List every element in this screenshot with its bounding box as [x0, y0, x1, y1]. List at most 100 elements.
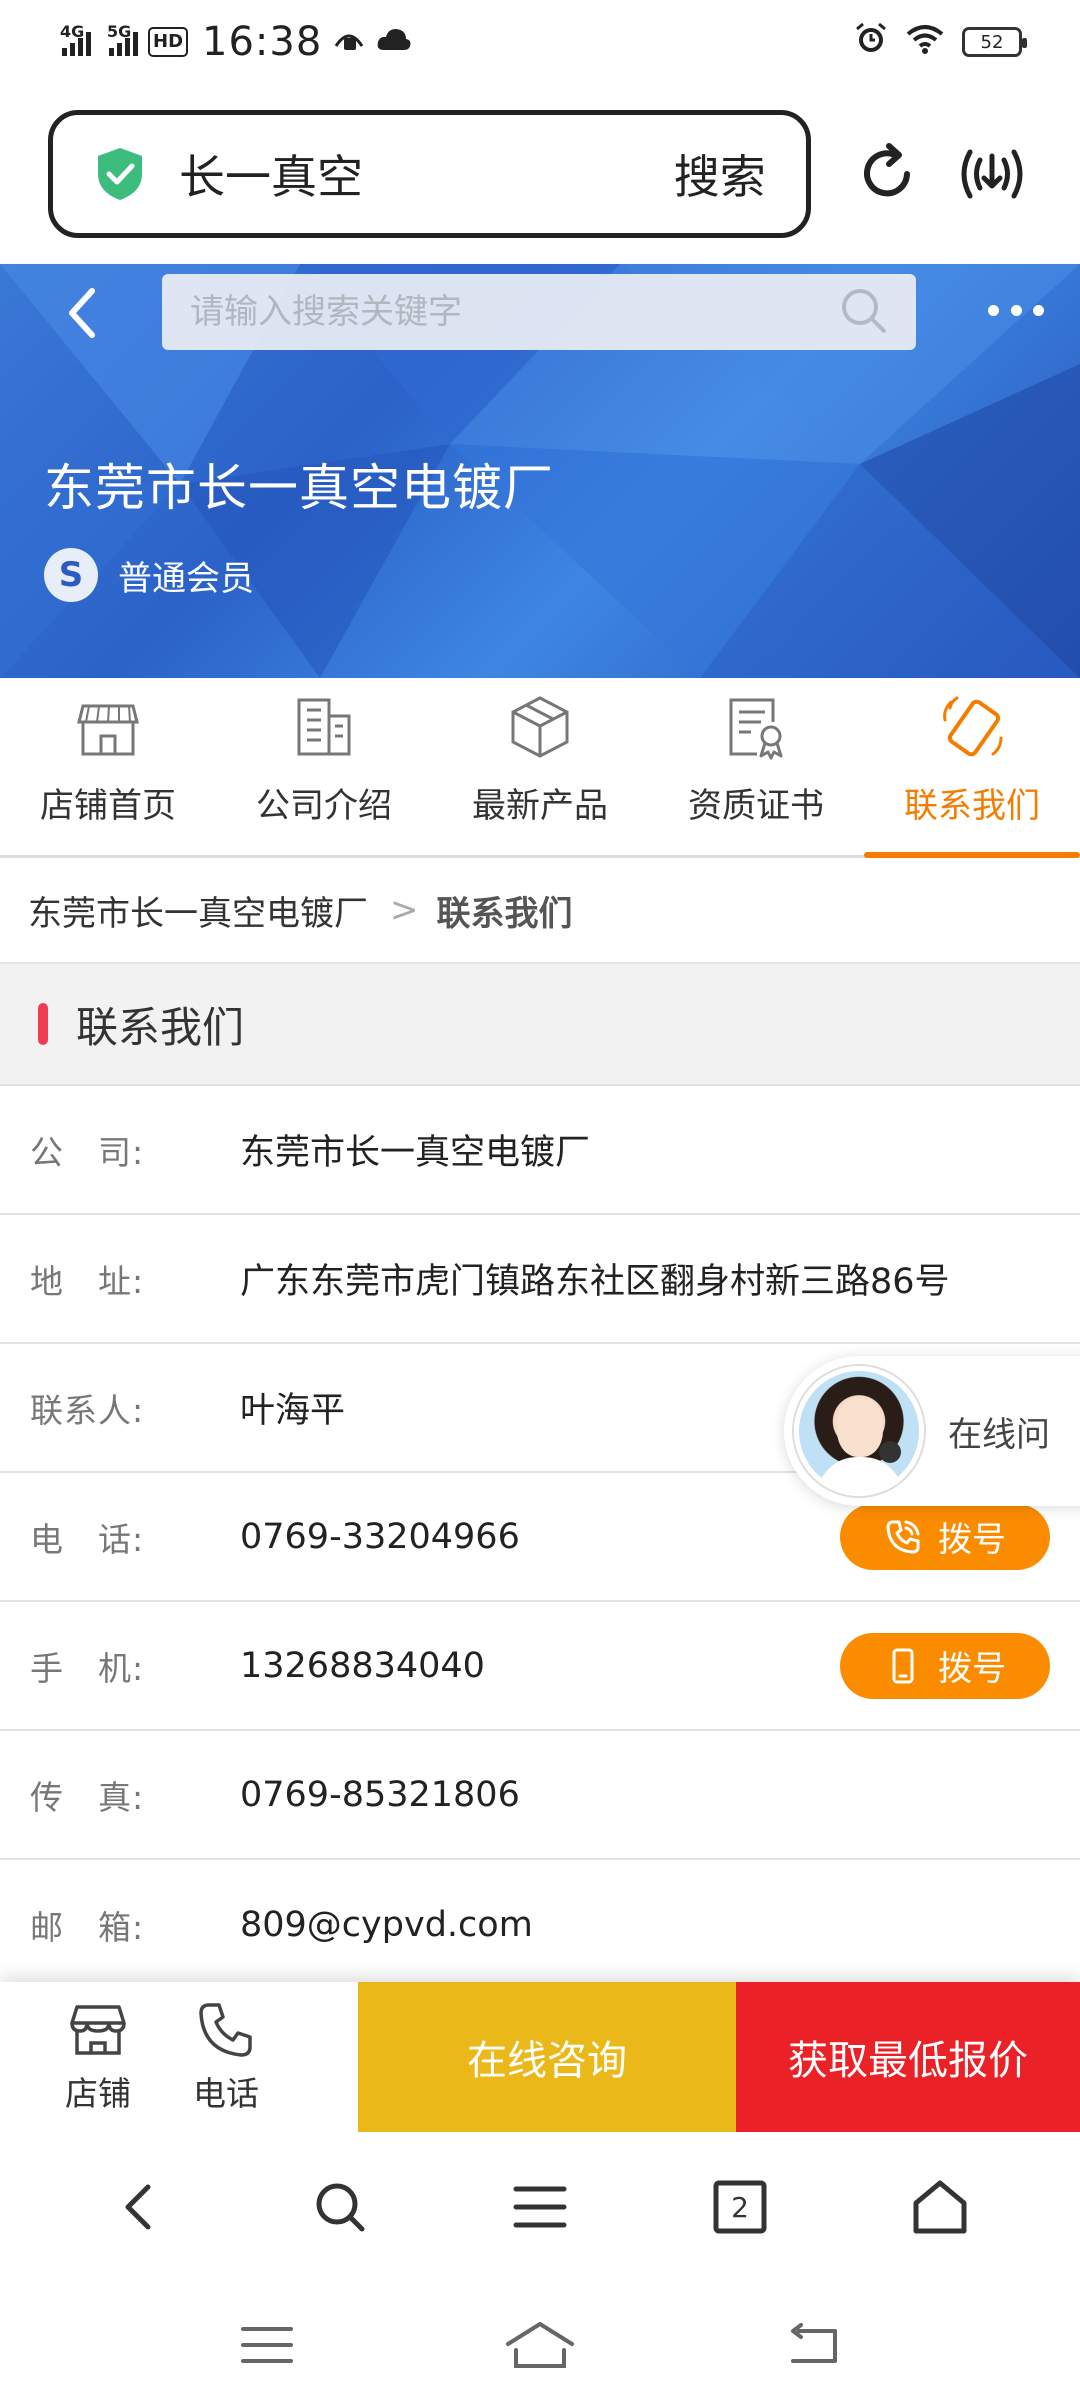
tab-store-home[interactable]: 店铺首页	[0, 678, 216, 855]
download-broadcast-icon[interactable]	[952, 134, 1032, 214]
box-icon	[511, 696, 569, 758]
phone-contact-icon	[943, 696, 1003, 757]
browser-toolbar: 长一真空 搜索	[0, 84, 1080, 264]
contact-row-address: 地 址: 广东东莞市虎门镇路东社区翻身村新三路86号	[0, 1215, 1080, 1344]
store-icon	[70, 2005, 126, 2055]
hd-voice-icon: HD	[148, 27, 189, 57]
signal-5g-icon: 5G	[107, 22, 138, 56]
home-icon[interactable]	[500, 2315, 580, 2375]
contact-row-mobile: 手 机: 13268834040 拨号	[0, 1602, 1080, 1731]
tab-label: 资质证书	[688, 786, 824, 826]
online-consult-button[interactable]: 在线咨询	[358, 1982, 736, 2132]
recent-apps-icon[interactable]	[227, 2315, 307, 2375]
status-left: 4G 5G HD 16:38	[60, 19, 412, 65]
shop-search-input[interactable]	[190, 292, 838, 332]
contact-row-fax: 传 真: 0769-85321806	[0, 1731, 1080, 1860]
mobile-phone-icon	[892, 1648, 914, 1683]
tab-label: 联系我们	[904, 786, 1040, 826]
contact-label: 手 机:	[30, 1648, 145, 1688]
contact-row-company: 公 司: 东莞市长一真空电镀厂	[0, 1086, 1080, 1215]
contact-value: 东莞市长一真空电镀厂	[240, 1133, 591, 1173]
contact-value[interactable]: 809@cypvd.com	[240, 1905, 1080, 1945]
address-bar[interactable]: 长一真空 搜索	[48, 110, 811, 238]
shop-tabs: 店铺首页 公司介绍 最新产品 资质证书 联系我们	[0, 678, 1080, 858]
back-arrow-icon[interactable]	[52, 274, 112, 352]
status-bar: 4G 5G HD 16:38 52	[0, 0, 1080, 84]
tab-latest-products[interactable]: 最新产品	[432, 678, 648, 855]
network-label-4g: 4G	[60, 22, 85, 41]
dial-mobile-button[interactable]: 拨号	[840, 1632, 1050, 1699]
network-label-5g: 5G	[107, 22, 132, 41]
contact-label: 邮 箱:	[30, 1907, 145, 1947]
breadcrumb-current: 联系我们	[436, 893, 573, 934]
alarm-icon	[854, 21, 888, 64]
phone-icon	[199, 2003, 252, 2057]
contact-value: 广东东莞市虎门镇路东社区翻身村新三路86号	[240, 1262, 950, 1302]
tab-label: 店铺首页	[40, 786, 176, 826]
shop-search-box[interactable]	[162, 274, 916, 350]
shop-name: 东莞市长一真空电镀厂	[44, 459, 554, 517]
search-icon[interactable]	[300, 2167, 380, 2247]
reload-icon[interactable]	[847, 134, 927, 214]
battery-icon: 52	[962, 27, 1027, 57]
tab-certificates[interactable]: 资质证书	[648, 678, 864, 855]
bluetooth-device-icon	[332, 22, 366, 63]
get-quote-button[interactable]: 获取最低报价	[736, 1982, 1080, 2132]
system-nav-bar	[0, 2282, 1080, 2408]
section-title: 联系我们	[76, 1002, 245, 1052]
battery-level: 52	[980, 31, 1004, 53]
more-menu-icon[interactable]	[988, 290, 1044, 330]
phone-button-label: 电话	[193, 2074, 259, 2113]
section-accent-bar	[38, 1003, 48, 1045]
status-time: 16:38	[202, 19, 323, 65]
customer-service-avatar	[794, 1366, 924, 1496]
breadcrumb-shop-link[interactable]: 东莞市长一真空电镀厂	[28, 886, 368, 935]
contact-row-email: 邮 箱: 809@cypvd.com	[0, 1860, 1080, 1989]
member-level-label: 普通会员	[118, 558, 254, 599]
home-icon[interactable]	[900, 2167, 980, 2247]
address-text[interactable]: 长一真空	[179, 141, 674, 207]
contact-label: 联系人:	[30, 1390, 145, 1430]
dial-label: 拨号	[938, 1649, 1006, 1689]
breadcrumb-separator: >	[390, 890, 419, 930]
wifi-icon	[906, 22, 944, 63]
shop-banner: 东莞市长一真空电镀厂 S 普通会员	[0, 264, 1080, 678]
menu-icon[interactable]	[500, 2167, 580, 2247]
signal-4g-icon: 4G	[60, 22, 91, 56]
back-icon[interactable]	[100, 2167, 180, 2247]
store-button[interactable]: 店铺	[34, 1982, 162, 2132]
tab-label: 最新产品	[472, 786, 608, 826]
contact-label: 电 话:	[30, 1519, 145, 1559]
dial-label: 拨号	[938, 1520, 1006, 1560]
address-search-button[interactable]: 搜索	[674, 141, 766, 207]
dial-phone-button[interactable]: 拨号	[840, 1503, 1050, 1570]
tab-label: 公司介绍	[256, 786, 392, 826]
member-badge-icon: S	[44, 548, 98, 602]
back-icon[interactable]	[773, 2315, 853, 2375]
cloud-icon	[376, 22, 412, 63]
secure-shield-icon	[95, 146, 145, 202]
store-button-label: 店铺	[65, 2074, 131, 2113]
online-consult-label: 在线问	[948, 1414, 1050, 1455]
certificate-icon	[729, 698, 783, 760]
search-icon[interactable]	[838, 285, 888, 339]
tab-contact-us[interactable]: 联系我们	[864, 678, 1080, 858]
contact-label: 传 真:	[30, 1777, 145, 1817]
phone-button[interactable]: 电话	[162, 1982, 290, 2132]
bottom-action-bar: 店铺 电话 在线咨询 获取最低报价	[0, 1982, 1080, 2132]
section-header: 联系我们	[0, 964, 1080, 1086]
tab-company-intro[interactable]: 公司介绍	[216, 678, 432, 855]
store-icon	[77, 704, 139, 756]
online-consult-float[interactable]: 在线问	[784, 1356, 1080, 1506]
breadcrumb: 东莞市长一真空电镀厂 > 联系我们	[0, 858, 1080, 964]
browser-bottom-nav: 2	[0, 2132, 1080, 2282]
contact-label: 公 司:	[30, 1132, 145, 1172]
status-right: 52	[854, 21, 1027, 64]
building-icon	[297, 698, 351, 756]
tabs-icon[interactable]: 2	[700, 2167, 780, 2247]
phone-call-icon	[886, 1520, 920, 1553]
tab-count: 2	[731, 2191, 749, 2224]
contact-label: 地 址:	[30, 1261, 145, 1301]
contact-value: 0769-85321806	[240, 1774, 520, 1815]
member-level: S 普通会员	[44, 548, 254, 602]
